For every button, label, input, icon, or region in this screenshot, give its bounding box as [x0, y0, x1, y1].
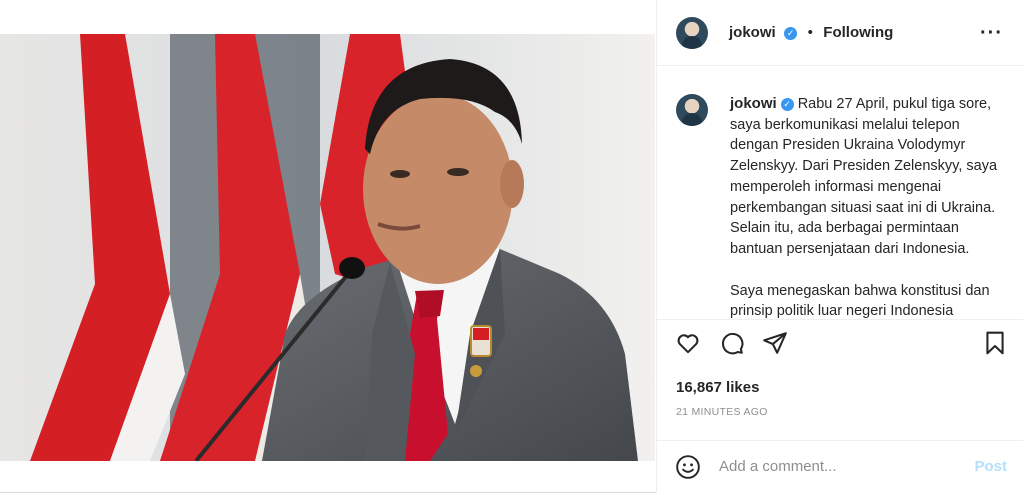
caption-username[interactable]: jokowi [730, 95, 777, 112]
verified-badge-icon: ✓ [784, 27, 798, 40]
more-horizontal-icon[interactable]: ··· [980, 22, 1003, 45]
caption-verified-badge-icon: ✓ [780, 98, 794, 111]
caption: jokowi ✓ Rabu 27 April, pukul tiga sore, … [730, 94, 1006, 320]
bookmark-icon[interactable] [982, 330, 1008, 361]
header-separator: • [807, 24, 813, 41]
following-button[interactable]: Following [823, 24, 893, 41]
header-username[interactable]: jokowi [729, 24, 776, 41]
heart-icon[interactable] [675, 330, 701, 361]
post-button[interactable]: Post [974, 458, 1007, 475]
post-side-panel: jokowi ✓ • Following ··· jokowi ✓ Rabu 27… [656, 0, 1023, 493]
emoji-icon[interactable] [675, 454, 701, 485]
post-timestamp[interactable]: 21 MINUTES AGO [676, 406, 768, 418]
caption-avatar[interactable] [676, 94, 708, 126]
likes-count[interactable]: 16,867 likes [676, 379, 759, 396]
caption-paragraph-1: Rabu 27 April, pukul tiga sore, saya ber… [730, 96, 998, 257]
comment-input[interactable] [717, 457, 961, 476]
avatar[interactable] [676, 17, 708, 49]
post-photo [0, 34, 655, 461]
post-image[interactable] [0, 34, 655, 461]
post-header: jokowi ✓ • Following ··· [657, 0, 1023, 66]
caption-scroll-area[interactable]: jokowi ✓ Rabu 27 April, pukul tiga sore, … [657, 66, 1023, 320]
action-bar [657, 330, 1023, 366]
share-icon[interactable] [762, 330, 788, 361]
comment-icon[interactable] [719, 330, 745, 361]
caption-paragraph-2: Saya menegaskan bahwa konstitusi dan pri… [730, 282, 990, 320]
comment-bar: Post [657, 440, 1023, 493]
